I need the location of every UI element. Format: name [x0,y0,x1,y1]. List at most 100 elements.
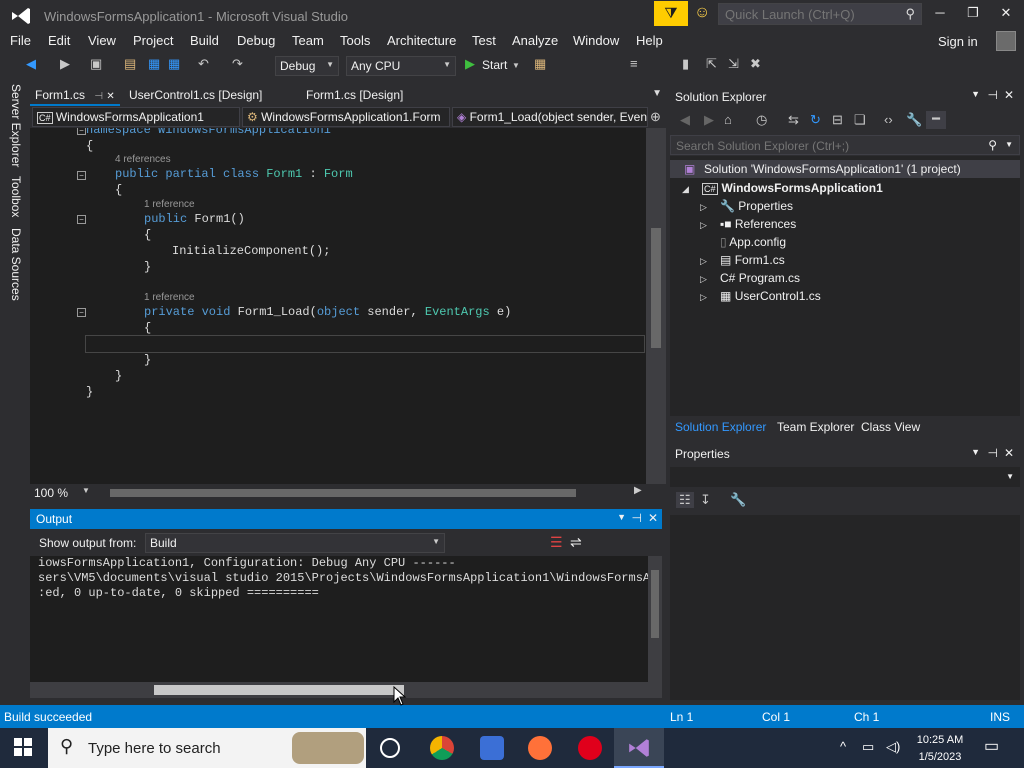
expand-arrow-icon[interactable]: ▷ [700,256,707,267]
class-dropdown[interactable]: ⚙ WindowsFormsApplication1.Form [242,107,450,127]
opera-icon[interactable] [578,736,602,760]
new-project-icon[interactable]: ▣ [90,56,102,72]
window-position-icon[interactable]: ▼ [617,512,626,522]
tree-item-program-cs[interactable]: C# Program.cs [720,271,800,285]
close-icon[interactable]: ✕ [648,511,658,525]
clear-all-icon[interactable]: ☰ [550,534,563,551]
window-position-icon[interactable]: ▼ [971,447,980,457]
menu-help[interactable]: Help [636,33,663,48]
expand-arrow-icon[interactable]: ▷ [700,202,707,213]
forward-icon[interactable]: ▶ [704,112,714,128]
fold-collapse-icon[interactable]: − [77,128,86,135]
scrollbar-thumb[interactable] [651,570,659,638]
show-hidden-icons-icon[interactable]: ^ [840,739,846,754]
search-icon[interactable]: ⚲ [988,138,997,152]
taskbar-clock[interactable]: 10:25 AM 1/5/2023 [912,732,968,766]
restore-button[interactable]: ❐ [959,5,987,21]
home-icon[interactable]: ⌂ [724,112,732,127]
menu-architecture[interactable]: Architecture [387,33,456,48]
menu-edit[interactable]: Edit [48,33,70,48]
alphabetical-icon[interactable]: ↧ [700,492,711,508]
code-editor[interactable]: − namespace WindowsFormsApplication1 { 4… [49,128,646,484]
editor-horizontal-scrollbar[interactable] [110,489,576,497]
save-icon[interactable]: ▦ [148,56,160,72]
categorized-icon[interactable]: ☷ [676,492,694,508]
close-icon[interactable]: ✕ [1004,88,1014,102]
tab-overflow-dropdown-icon[interactable]: ▼ [652,88,662,99]
firefox-icon[interactable] [528,736,552,760]
save-all-icon[interactable]: ▦ [168,56,180,72]
expand-arrow-icon[interactable]: ▷ [700,220,707,231]
open-file-icon[interactable]: ▤ [124,56,136,72]
prev-bookmark-icon[interactable]: ⇱ [706,56,717,72]
back-icon[interactable]: ◀ [680,112,690,128]
history-icon[interactable]: ◷ [756,112,767,128]
start-dropdown-arrow-icon[interactable]: ▼ [512,61,520,70]
start-button[interactable]: Start [482,58,507,72]
volume-icon[interactable]: ◁) [886,739,900,755]
word-wrap-icon[interactable]: ⇌ [570,534,582,551]
notifications-icon[interactable]: ▭ [984,736,999,756]
tab-solution-explorer[interactable]: Solution Explorer [675,420,766,434]
output-source-dropdown[interactable]: Build ▼ [145,533,445,553]
property-pages-icon[interactable]: 🔧 [730,492,746,508]
tab-class-view[interactable]: Class View [861,420,920,434]
server-explorer-tab[interactable]: Server Explorer [9,84,23,167]
refresh-icon[interactable]: ↻ [810,112,821,128]
find-in-files-icon[interactable]: ▦ [534,56,546,72]
feedback-smiley-icon[interactable]: ☺ [694,4,710,22]
chevron-down-icon[interactable]: ▼ [1005,140,1013,149]
toolbox-tab[interactable]: Toolbox [9,176,23,217]
solution-configuration-dropdown[interactable]: Debug ▼ [275,56,339,76]
fold-collapse-icon[interactable]: − [77,171,86,180]
clear-bookmarks-icon[interactable]: ✖ [750,56,761,72]
network-icon[interactable]: ▭ [862,739,874,755]
scrollbar-thumb[interactable] [154,685,404,695]
redo-icon[interactable]: ↷ [232,56,243,72]
chevron-down-icon[interactable]: ▼ [82,486,90,495]
zoom-level[interactable]: 100 % [34,486,68,500]
project-dropdown[interactable]: C# WindowsFormsApplication1 [32,107,240,127]
chrome-icon[interactable] [430,736,454,760]
pin-icon[interactable]: ⊣ [988,88,998,102]
quick-launch[interactable]: ⚲ [718,3,922,25]
solution-search-input[interactable] [671,136,971,156]
pin-icon[interactable]: ⊣ [632,511,642,525]
codelens-references[interactable]: 1 reference [144,199,195,210]
next-bookmark-icon[interactable]: ⇲ [728,56,739,72]
editor-vertical-scrollbar[interactable] [646,128,666,484]
start-play-icon[interactable]: ▶ [465,56,475,72]
tree-item-app-config[interactable]: ▯ App.config [720,235,786,249]
comment-icon[interactable]: ≡ [630,56,638,71]
search-icon[interactable]: ⚲ [905,6,915,22]
tree-item-form1-cs[interactable]: ▤ Form1.cs [720,253,785,267]
menu-test[interactable]: Test [472,33,496,48]
visual-studio-taskbar-icon[interactable] [614,728,664,768]
forward-icon[interactable]: ▶ [60,56,70,72]
expand-arrow-icon[interactable]: ◢ [682,184,689,195]
data-sources-tab[interactable]: Data Sources [9,228,23,301]
menu-view[interactable]: View [88,33,116,48]
fold-collapse-icon[interactable]: − [77,215,86,224]
show-all-files-icon[interactable]: ❏ [854,112,866,128]
output-horizontal-scrollbar[interactable] [30,682,662,698]
tree-item-usercontrol1-cs[interactable]: ▦ UserControl1.cs [720,289,821,303]
task-view-icon[interactable] [380,738,400,758]
scroll-right-icon[interactable]: ▶ [634,485,642,496]
tree-item-references[interactable]: ▪■ References [720,217,796,231]
close-tab-icon[interactable]: ✕ [106,91,114,102]
menu-analyze[interactable]: Analyze [512,33,558,48]
pin-icon[interactable]: ⊣ [988,446,998,460]
tree-project-node[interactable]: C# WindowsFormsApplication1 [702,181,883,195]
expand-arrow-icon[interactable]: ▷ [700,292,707,303]
collapse-all-icon[interactable]: ⊟ [832,112,843,128]
properties-object-selector[interactable]: ▼ [670,467,1020,487]
solution-platform-dropdown[interactable]: Any CPU ▼ [346,56,456,76]
tab-team-explorer[interactable]: Team Explorer [777,420,854,434]
minimize-button[interactable]: ─ [926,5,954,20]
expand-arrow-icon[interactable]: ▷ [700,274,707,285]
tree-solution-node[interactable]: ▣ Solution 'WindowsFormsApplication1' (1 … [670,160,1020,178]
taskbar-search-box[interactable]: ⚲ Type here to search [48,728,366,768]
view-code-icon[interactable]: ‹› [884,112,893,127]
windows-start-icon[interactable] [14,738,32,756]
